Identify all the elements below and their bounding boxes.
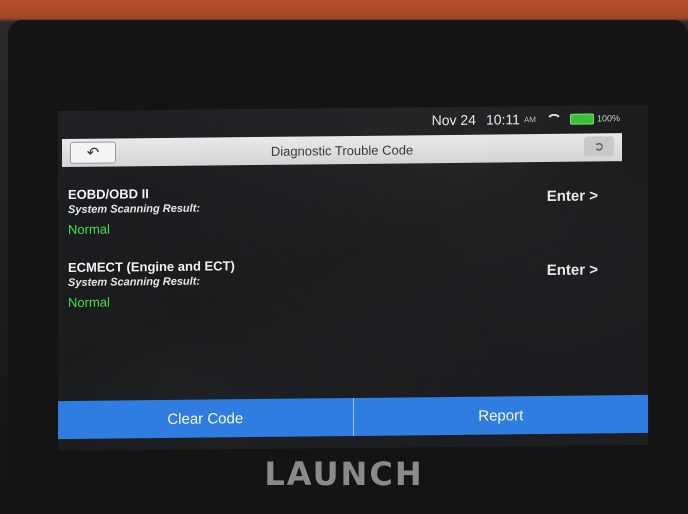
system-status: Normal [68, 294, 110, 310]
back-arrow-icon: ↶ [86, 144, 100, 162]
battery-indicator: 100% [569, 112, 620, 125]
title-bar: ↶ Diagnostic Trouble Code ➲ [62, 133, 622, 168]
system-item-eobd: EOBD/OBD II System Scanning Result: Norm… [68, 181, 628, 237]
exit-icon: ➲ [593, 138, 605, 154]
report-button[interactable]: Report [353, 394, 648, 436]
device-brand-logo: LAUNCH [264, 455, 424, 493]
status-ampm: AM [523, 114, 536, 124]
system-status: Normal [68, 221, 110, 237]
page-title: Diagnostic Trouble Code [270, 141, 414, 159]
clear-code-button[interactable]: Clear Code [58, 398, 353, 440]
scan-tool-device: Nov 24 10:11 AM 100% ↶ Diagnostic Troubl… [0, 0, 688, 514]
tablet-screen: Nov 24 10:11 AM 100% ↶ Diagnostic Troubl… [58, 104, 648, 452]
wifi-icon [546, 114, 560, 124]
system-item-ecmect: ECMECT (Engine and ECT) System Scanning … [68, 254, 628, 310]
battery-percent: 100% [596, 113, 620, 124]
status-date: Nov 24 [431, 111, 476, 129]
battery-icon [569, 112, 594, 125]
enter-button-eobd[interactable]: Enter > [547, 187, 598, 205]
status-bar: Nov 24 10:11 AM 100% [58, 105, 648, 137]
enter-button-ecmect[interactable]: Enter > [547, 261, 598, 279]
back-button[interactable]: ↶ [70, 141, 116, 164]
status-time: 10:11 [485, 111, 520, 128]
bottom-action-bar: Clear Code Report [58, 394, 648, 440]
exit-button[interactable]: ➲ [584, 136, 614, 157]
